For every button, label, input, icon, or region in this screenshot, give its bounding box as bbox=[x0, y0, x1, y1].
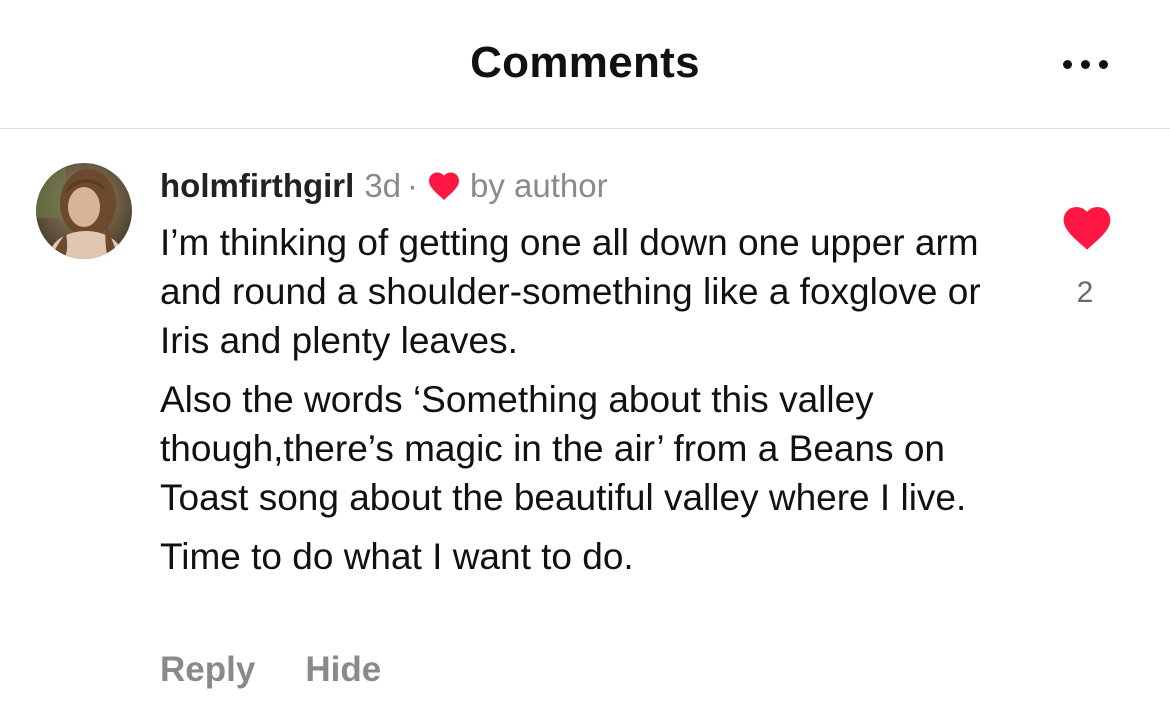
meta-separator: · bbox=[407, 167, 419, 204]
comment-timestamp: 3d bbox=[364, 167, 402, 204]
like-count: 2 bbox=[1076, 276, 1094, 309]
avatar-photo bbox=[36, 163, 132, 259]
avatar[interactable] bbox=[36, 163, 132, 259]
liked-by-author-label: by author bbox=[470, 167, 608, 204]
comment-meta: holmfirthgirl 3d · by author bbox=[160, 164, 608, 208]
heart-icon bbox=[429, 172, 460, 200]
page-title: Comments bbox=[470, 38, 700, 87]
heart-icon bbox=[1063, 207, 1111, 250]
comments-header: Comments bbox=[0, 0, 1170, 129]
comment-paragraph: Also the words ‘Something about this val… bbox=[160, 379, 967, 518]
like-button[interactable] bbox=[1058, 200, 1116, 256]
username-link[interactable]: holmfirthgirl bbox=[160, 167, 354, 205]
more-dot bbox=[1080, 59, 1090, 69]
comment-actions: Reply Hide bbox=[160, 650, 381, 690]
comment-paragraph: Time to do what I want to do. bbox=[160, 536, 634, 577]
more-horizontal-icon bbox=[1062, 59, 1072, 69]
more-dot bbox=[1098, 59, 1108, 69]
comment-text: I’m thinking of getting one all down one… bbox=[160, 218, 1020, 591]
comment-paragraph: I’m thinking of getting one all down one… bbox=[160, 222, 981, 361]
hide-button[interactable]: Hide bbox=[305, 650, 381, 690]
reply-button[interactable]: Reply bbox=[160, 650, 255, 690]
more-options-button[interactable] bbox=[1054, 48, 1116, 80]
